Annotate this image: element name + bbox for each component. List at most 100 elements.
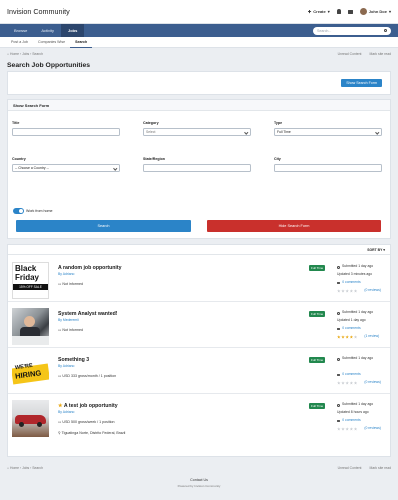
type-select[interactable]: Full Time xyxy=(274,128,382,136)
job-thumbnail[interactable]: WE'RE HIRING xyxy=(12,354,49,391)
rating-stars xyxy=(337,289,358,293)
results-panel: SORT BY ▾ Black Friday 15% OFF SALE A ra… xyxy=(7,244,391,457)
user-menu[interactable]: John Doe ▾ xyxy=(359,8,391,15)
powered-by[interactable]: Powered by Invision Community xyxy=(0,484,398,488)
job-thumbnail[interactable] xyxy=(12,308,49,345)
rating-stars xyxy=(337,381,358,385)
job-type-badge: Full Time xyxy=(309,265,326,271)
search-icon[interactable] xyxy=(384,29,387,32)
work-from-home-toggle[interactable] xyxy=(13,208,24,214)
job-salary: ▭ USD 333 gross/month / 1 position xyxy=(58,374,117,378)
reviews-link[interactable]: (0 reviews) xyxy=(364,288,381,292)
category-select[interactable]: Select xyxy=(143,128,251,136)
job-author-link[interactable]: By Adriano xyxy=(58,272,74,276)
clock-icon xyxy=(337,311,340,315)
chevron-down-icon xyxy=(112,166,117,170)
chevron-down-icon: ▾ xyxy=(327,9,330,14)
tab-jobs[interactable]: Jobs xyxy=(61,24,85,37)
subtab-companies[interactable]: Companies Wise xyxy=(33,37,70,48)
job-stats: Submitted 1 day ago Updated 1 day ago 0 … xyxy=(337,310,380,339)
state-input[interactable] xyxy=(143,164,251,172)
country-select[interactable]: -- Choose a Country -- xyxy=(12,164,120,172)
list-item: ★ A test job opportunity By Adriano ▭ US… xyxy=(8,394,390,446)
comments-link[interactable]: 0 comments xyxy=(342,372,360,376)
job-location: ⚲ Tiguatinga Norte, Distrito Federal, Br… xyxy=(58,431,126,435)
show-form-panel: Show Search Form xyxy=(7,71,391,95)
list-item: WE'RE HIRING Something 3 By Adriano ▭ US… xyxy=(8,348,390,394)
notifications-icon[interactable] xyxy=(336,9,341,14)
sort-by-button[interactable]: SORT BY ▾ xyxy=(8,245,390,255)
chevron-down-icon: ▾ xyxy=(388,9,391,14)
job-salary: ▭ Not informed xyxy=(58,282,83,286)
comments-link[interactable]: 0 comments xyxy=(342,280,360,284)
job-title-link[interactable]: Something 3 xyxy=(58,357,89,363)
job-thumbnail[interactable]: Black Friday 15% OFF SALE xyxy=(12,262,49,299)
job-author-link[interactable]: By Adriano xyxy=(58,364,74,368)
job-salary: ▭ Not informed xyxy=(58,328,83,332)
reviews-link[interactable]: (1 review) xyxy=(364,334,379,338)
job-type-badge: Full Time xyxy=(309,311,326,317)
search-button[interactable]: Search xyxy=(16,220,191,232)
title-field: Title xyxy=(12,121,120,136)
clock-icon xyxy=(337,357,340,361)
unread-content-link[interactable]: Unread Content xyxy=(338,466,362,470)
tab-activity[interactable]: Activity xyxy=(34,24,61,37)
country-field: Country -- Choose a Country -- xyxy=(12,157,120,172)
page-title: Search Job Opportunities xyxy=(7,61,91,69)
contact-us-link[interactable]: Contact Us xyxy=(0,478,398,482)
site-logo[interactable]: Invision Community xyxy=(7,7,308,16)
mark-read-link[interactable]: Mark site read xyxy=(370,466,391,470)
reviews-link[interactable]: (0 reviews) xyxy=(364,426,381,430)
list-item: System Analyst wanted! By Mederemii ▭ No… xyxy=(8,302,390,348)
reviews-link[interactable]: (0 reviews) xyxy=(364,380,381,384)
unread-content-link[interactable]: Unread Content xyxy=(338,52,362,56)
search-input[interactable]: Search... xyxy=(313,26,391,35)
job-stats: Submitted 1 day ago 0 comments (0 review… xyxy=(337,355,381,387)
plus-icon: ✚ xyxy=(307,9,312,14)
avatar xyxy=(359,8,367,15)
city-input[interactable] xyxy=(274,164,382,172)
comments-link[interactable]: 0 comments xyxy=(342,418,360,422)
job-stats: Submitted 1 day ago Updated 8 hours ago … xyxy=(337,402,381,431)
show-search-form-button[interactable]: Show Search Form xyxy=(341,79,382,87)
job-type-badge: Full Time xyxy=(309,403,326,409)
footer-breadcrumb: ⌂ Home › Jobs › Search Unread Content Mar… xyxy=(7,465,391,470)
comments-icon xyxy=(337,373,341,377)
mark-read-link[interactable]: Mark site read xyxy=(370,52,391,56)
city-field: City xyxy=(274,157,382,172)
form-title: Show Search Form xyxy=(8,100,390,111)
job-salary: ▭ USD 500 gross/week / 1 position xyxy=(58,420,115,424)
hide-search-form-button[interactable]: Hide Search Form xyxy=(207,220,381,232)
list-item: Black Friday 15% OFF SALE A random job o… xyxy=(8,256,390,302)
rating-stars xyxy=(337,335,358,339)
comments-icon xyxy=(337,419,341,423)
job-title-link[interactable]: A random job opportunity xyxy=(58,265,122,271)
job-author-link[interactable]: By Mederemii xyxy=(58,318,79,322)
comments-icon xyxy=(337,281,341,285)
job-type-badge: Full Time xyxy=(309,357,326,363)
comments-link[interactable]: 0 comments xyxy=(342,326,360,330)
footer: Contact Us Powered by Invision Community xyxy=(0,478,398,488)
sub-nav: Post a Job Companies Wise Search xyxy=(0,37,398,48)
tab-browse[interactable]: Browse xyxy=(7,24,34,37)
type-field: Type Full Time xyxy=(274,121,382,136)
create-button[interactable]: ✚ Create ▾ xyxy=(308,9,330,14)
rating-stars xyxy=(337,427,358,431)
job-title-link[interactable]: System Analyst wanted! xyxy=(58,311,117,317)
subtab-search[interactable]: Search xyxy=(70,37,93,48)
messages-icon[interactable] xyxy=(347,9,353,14)
comments-icon xyxy=(337,327,341,331)
subtab-post-job[interactable]: Post a Job xyxy=(6,37,33,48)
chevron-down-icon xyxy=(243,130,248,134)
state-field: State/Region xyxy=(143,157,251,172)
clock-icon xyxy=(337,403,340,407)
top-bar: Invision Community ✚ Create ▾ John Doe ▾ xyxy=(0,0,398,24)
job-thumbnail[interactable] xyxy=(12,400,49,437)
job-title-link[interactable]: ★ A test job opportunity xyxy=(58,403,118,409)
chevron-down-icon xyxy=(374,130,379,134)
job-author-link[interactable]: By Adriano xyxy=(58,410,74,414)
breadcrumb: ⌂ Home › Jobs › Search Unread Content Mar… xyxy=(7,51,391,56)
job-stats: Submitted 1 day ago Updated 3 minutes ag… xyxy=(337,264,381,293)
work-from-home-row: Work from home xyxy=(13,208,53,214)
title-input[interactable] xyxy=(12,128,120,136)
